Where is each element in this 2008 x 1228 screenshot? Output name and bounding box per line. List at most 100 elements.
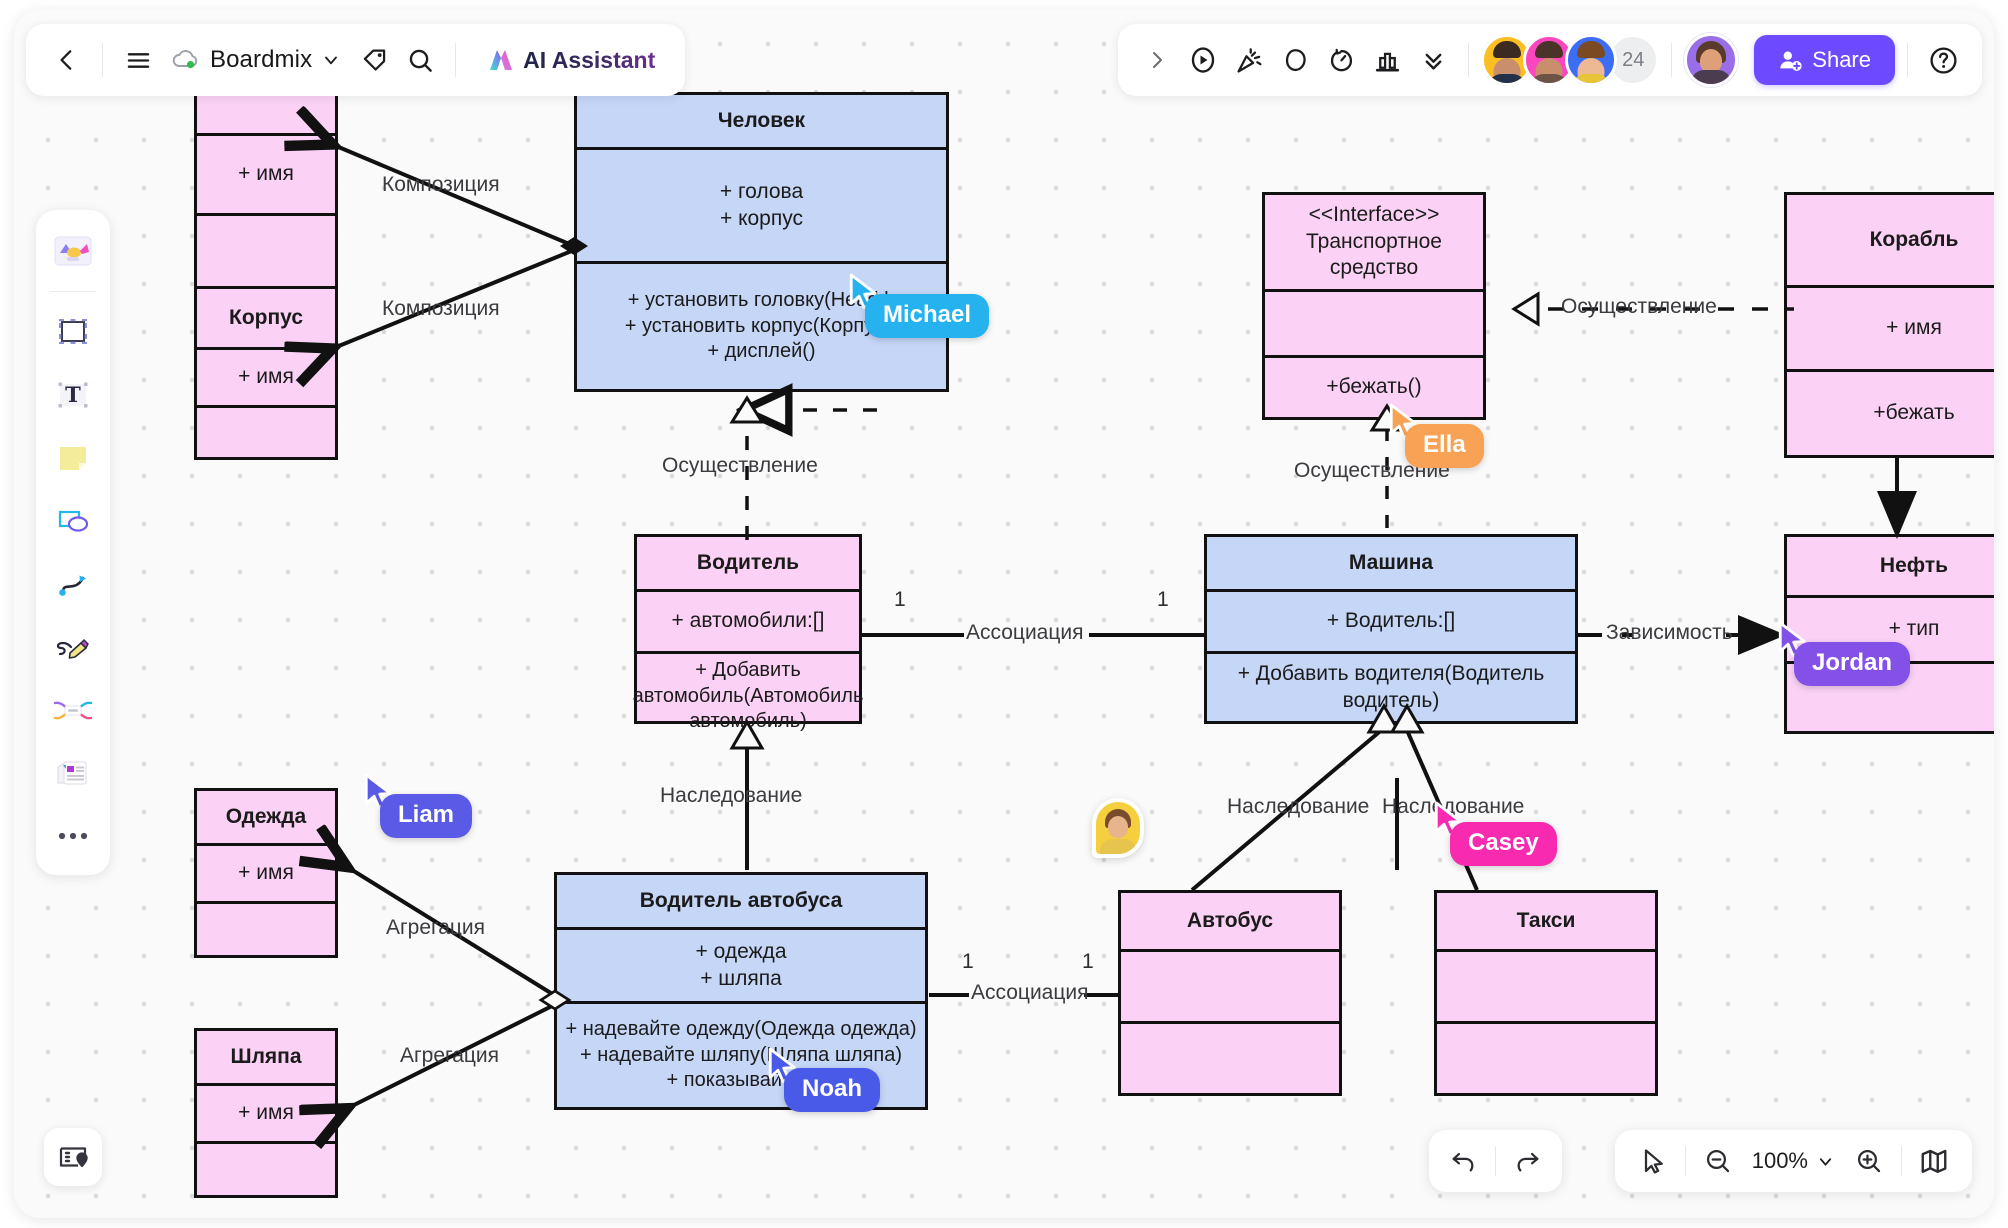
rail-item-connector[interactable] xyxy=(44,555,102,613)
rail-item-upload[interactable] xyxy=(44,744,102,802)
edge-label-association-1: Ассоциация xyxy=(966,621,1084,644)
edge-label-realization-1: Осуществление xyxy=(662,454,818,477)
zoom-out-button[interactable] xyxy=(1692,1136,1744,1186)
more-tools-button[interactable] xyxy=(1410,37,1456,83)
zoom-in-button[interactable] xyxy=(1843,1136,1895,1186)
minimap-button[interactable] xyxy=(1908,1136,1960,1186)
rail-item-shapes[interactable] xyxy=(44,492,102,550)
avatar-hair xyxy=(1535,41,1564,58)
rail-item-pen[interactable] xyxy=(44,618,102,676)
pen-draw-icon xyxy=(56,639,89,659)
zoom-level-text: 100% xyxy=(1751,1148,1808,1173)
divider xyxy=(455,43,457,77)
redo-button[interactable] xyxy=(1502,1136,1554,1186)
document-title-button[interactable]: Boardmix xyxy=(165,40,351,80)
svg-text:T: T xyxy=(65,382,81,407)
timer-button[interactable] xyxy=(1318,37,1364,83)
chevron-down-icon xyxy=(1819,1157,1832,1166)
help-button[interactable] xyxy=(1920,37,1966,83)
document-title-text: Boardmix xyxy=(210,46,313,73)
divider xyxy=(102,43,103,77)
connector-line-icon xyxy=(59,575,86,596)
undo-redo-group xyxy=(1429,1130,1562,1192)
text-tool-icon: T xyxy=(58,382,88,408)
canvas-avatar-marker[interactable] xyxy=(1092,798,1144,858)
cursor-label: Michael xyxy=(865,294,990,338)
rail-item-frame[interactable] xyxy=(44,303,102,361)
edge-label-realization-2: Осуществление xyxy=(1561,295,1717,318)
rail-item-templates[interactable] xyxy=(44,222,102,280)
play-circle-icon xyxy=(1192,47,1215,73)
tag-icon xyxy=(363,48,385,71)
document-upload-icon xyxy=(57,761,87,785)
menu-button[interactable] xyxy=(115,37,161,83)
collaborator-cursor-casey: Casey xyxy=(1432,800,1557,866)
comment-button[interactable] xyxy=(1272,37,1318,83)
collaborator-cursor-noah: Noah xyxy=(766,1046,880,1112)
more-dots-icon xyxy=(58,832,88,840)
multiplicity-1: 1 xyxy=(894,588,906,611)
collaborator-cursor-liam: Liam xyxy=(362,772,473,838)
topbar-left: Boardmix AI Assistant xyxy=(26,24,686,96)
back-button[interactable] xyxy=(44,37,90,83)
card-pin-icon xyxy=(59,1147,88,1168)
rail-item-text[interactable]: T xyxy=(44,366,102,424)
party-popper-icon xyxy=(1237,47,1262,73)
cursor-label: Ella xyxy=(1405,424,1484,468)
celebrate-button[interactable] xyxy=(1226,37,1272,83)
divider xyxy=(1495,1146,1496,1176)
cursor-label: Jordan xyxy=(1794,642,1911,686)
ai-logo-icon xyxy=(490,50,513,70)
expand-toolbar-button[interactable] xyxy=(1134,37,1180,83)
zoom-level-selector[interactable]: 100% xyxy=(1744,1137,1843,1185)
tool-rail: T xyxy=(36,210,110,875)
undo-button[interactable] xyxy=(1437,1136,1489,1186)
user-plus-icon xyxy=(1780,51,1802,71)
cursor-label: Casey xyxy=(1450,822,1557,866)
edge-label-association-2: Ассоциация xyxy=(971,981,1089,1004)
tag-button[interactable] xyxy=(351,37,397,83)
edge-label-composition-1: Композиция xyxy=(382,173,500,196)
hamburger-menu-icon xyxy=(127,52,149,68)
zoom-out-icon xyxy=(1706,1149,1729,1173)
frame-icon xyxy=(59,319,87,344)
avatar-body xyxy=(1486,74,1529,83)
question-circle-icon xyxy=(1929,46,1957,74)
select-pointer-button[interactable] xyxy=(1627,1136,1679,1186)
vote-button[interactable] xyxy=(1364,37,1410,83)
current-user-avatar[interactable] xyxy=(1684,33,1739,87)
edge-label-aggregation-2: Агрегация xyxy=(400,1044,500,1067)
multiplicity-2: 1 xyxy=(1157,588,1169,611)
rail-item-more-tools[interactable] xyxy=(44,807,102,865)
share-button[interactable]: Share xyxy=(1754,35,1895,85)
avatar[interactable] xyxy=(1565,34,1618,86)
present-button[interactable] xyxy=(1180,37,1226,83)
topbar-right: 24 Share xyxy=(1118,24,1982,96)
search-button[interactable] xyxy=(397,37,443,83)
edge-label-inheritance-2: Наследование xyxy=(1227,795,1370,818)
sticky-note-icon xyxy=(60,447,86,470)
collaborator-cursor-jordan: Jordan xyxy=(1776,620,1911,686)
edge-label-dependency-1: Зависимость xyxy=(1606,621,1733,644)
rail-item-sticky-note[interactable] xyxy=(44,429,102,487)
divider xyxy=(1468,43,1470,77)
rail-item-mindmap[interactable] xyxy=(44,681,102,739)
divider xyxy=(1684,1146,1686,1176)
edge-label-aggregation-1: Агрегация xyxy=(386,916,486,939)
multiplicity-3: 1 xyxy=(962,950,974,973)
divider xyxy=(1901,1146,1902,1176)
cursor-label: Liam xyxy=(380,794,473,838)
undo-arrow-icon xyxy=(1452,1152,1474,1172)
mini-apps-button[interactable] xyxy=(44,1128,102,1186)
divider xyxy=(1671,43,1673,77)
templates-icon xyxy=(54,236,92,266)
ai-assistant-button[interactable]: AI Assistant xyxy=(474,39,667,81)
avatar-body xyxy=(1570,74,1613,83)
search-icon xyxy=(409,49,432,72)
edge-label-composition-2: Композиция xyxy=(382,297,500,320)
chevrons-down-icon xyxy=(1425,53,1442,70)
mindmap-icon xyxy=(53,701,93,720)
avatar-image xyxy=(1096,802,1140,854)
avatar-body xyxy=(1528,74,1571,83)
timer-icon xyxy=(1330,48,1352,71)
